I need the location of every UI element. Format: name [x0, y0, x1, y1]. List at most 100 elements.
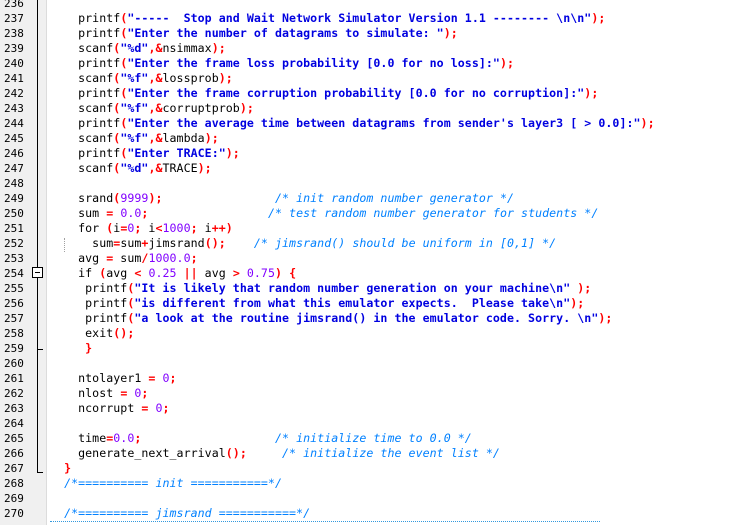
code-line[interactable]: 240 printf("Enter the frame loss probabi… [0, 56, 730, 71]
code-token: nsimmax [162, 41, 212, 55]
code-token: ntolayer1 [50, 371, 149, 385]
code-token: lossprob [162, 71, 219, 85]
line-number: 265 [4, 432, 24, 445]
code-line[interactable]: 249 srand(9999); /* init random number g… [0, 191, 730, 206]
code-text: printf("It is likely that random number … [50, 281, 591, 296]
code-token: printf [50, 11, 121, 25]
code-text: srand(9999); /* init random number gener… [50, 191, 514, 206]
code-line[interactable]: 263 ncorrupt = 0; [0, 401, 730, 416]
code-line[interactable]: 242 printf("Enter the frame corruption p… [0, 86, 730, 101]
string-literal: "Enter the frame loss probability [0.0 f… [127, 56, 500, 70]
code-token: sum [50, 206, 107, 220]
code-line[interactable]: 251 for (i=0; i<1000; i++) [0, 221, 730, 236]
code-line[interactable]: 257 printf("a look at the routine jimsra… [0, 311, 730, 326]
line-number: 249 [4, 192, 24, 205]
operator-token: || [183, 266, 198, 280]
code-token: printf [50, 116, 121, 130]
operator-token: ); [591, 11, 606, 25]
code-line[interactable]: 264 [0, 416, 730, 431]
line-number: 264 [4, 417, 24, 430]
code-token: lambda [162, 131, 205, 145]
code-line[interactable]: 241 scanf("%f",&lossprob); [0, 71, 730, 86]
code-line[interactable]: 268 /*========== init ===========*/ [0, 476, 730, 491]
string-literal: "is different from what this emulator ex… [134, 296, 571, 310]
code-line[interactable]: 237 printf("----- Stop and Wait Network … [0, 11, 730, 26]
code-text: sum=sum+jimsrand(); /* jimsrand() should… [50, 236, 556, 251]
code-line[interactable]: 243 scanf("%f",&corruptprob); [0, 101, 730, 116]
line-number: 243 [4, 102, 24, 115]
code-line[interactable]: 236 [0, 0, 730, 11]
operator-token: ,& [148, 71, 163, 85]
code-line[interactable]: 239 scanf("%d",&nsimmax); [0, 41, 730, 56]
number-literal: 1000.0 [148, 251, 191, 265]
line-number: 263 [4, 402, 24, 415]
code-token: exit [50, 326, 114, 340]
code-text: printf("Enter the average time between d… [50, 116, 655, 131]
code-line[interactable]: 267 } [0, 461, 730, 476]
line-number: 247 [4, 162, 24, 175]
code-line[interactable]: 266 generate_next_arrival(); /* initiali… [0, 446, 730, 461]
operator-token: ++) [211, 221, 233, 235]
code-line[interactable]: 262 nlost = 0; [0, 386, 730, 401]
comment: /* init random number generator */ [274, 191, 515, 205]
code-token: scanf [50, 131, 114, 145]
code-line[interactable]: 258 exit(); [0, 326, 730, 341]
number-literal: 0 [162, 371, 170, 385]
string-literal: "%f" [120, 71, 149, 85]
operator-token: ); [218, 71, 233, 85]
code-line[interactable]: 256 printf("is different from what this … [0, 296, 730, 311]
operator-token: ,& [148, 41, 163, 55]
code-line[interactable]: 250 sum = 0.0; /* test random number gen… [0, 206, 730, 221]
code-line[interactable]: 270 /*========== jimsrand ===========*/ [0, 506, 730, 521]
code-line[interactable]: 254 if (avg < 0.25 || avg > 0.75) { [0, 266, 730, 281]
code-line[interactable]: 269 [0, 491, 730, 506]
operator-token: ); [640, 116, 655, 130]
code-text: generate_next_arrival(); /* initialize t… [50, 446, 500, 461]
code-line[interactable]: 265 time=0.0; /* initialize time to 0.0 … [0, 431, 730, 446]
code-line[interactable]: 246 printf("Enter TRACE:"); [0, 146, 730, 161]
code-line[interactable]: 245 scanf("%f",&lambda); [0, 131, 730, 146]
code-line[interactable]: 259 } [0, 341, 730, 356]
operator-token: ) [275, 266, 283, 280]
operator-token: ); [148, 191, 163, 205]
operator-token: < [155, 221, 163, 235]
line-number: 269 [4, 492, 24, 505]
line-number: 244 [4, 117, 24, 130]
code-line[interactable]: 247 scanf("%d",&TRACE); [0, 161, 730, 176]
code-text: scanf("%d",&nsimmax); [50, 41, 226, 56]
code-text: nlost = 0; [50, 386, 148, 401]
code-text: /*========== jimsrand ===========*/ [50, 506, 310, 521]
code-line[interactable]: 261 ntolayer1 = 0; [0, 371, 730, 386]
code-token: jimsrand [148, 236, 205, 250]
code-token: printf [50, 311, 128, 325]
code-line[interactable]: 252 sum=sum+jimsrand(); /* jimsrand() sh… [0, 236, 730, 251]
number-literal: 0.0 [113, 431, 135, 445]
operator-token: ; [190, 221, 198, 235]
code-line[interactable]: 238 printf("Enter the number of datagram… [0, 26, 730, 41]
code-text: if (avg < 0.25 || avg > 0.75) { [50, 266, 296, 281]
line-number: 250 [4, 207, 24, 220]
code-line[interactable]: 260 [0, 356, 730, 371]
string-literal: "Enter the frame corruption probability … [127, 86, 585, 100]
code-text: exit(); [50, 326, 134, 341]
code-line[interactable]: 255 printf("It is likely that random num… [0, 281, 730, 296]
code-editor[interactable]: 236 237 printf("----- Stop and Wait Netwo… [0, 0, 730, 525]
code-token: avg [50, 251, 107, 265]
line-number: 255 [4, 282, 24, 295]
line-number: 261 [4, 372, 24, 385]
code-text: scanf("%d",&TRACE); [50, 161, 212, 176]
code-token: scanf [50, 71, 114, 85]
line-number: 253 [4, 252, 24, 265]
line-number: 254 [4, 267, 24, 280]
code-line[interactable]: 248 [0, 176, 730, 191]
code-line[interactable]: 253 avg = sum/1000.0; [0, 251, 730, 266]
code-line[interactable]: 244 printf("Enter the average time betwe… [0, 116, 730, 131]
string-literal: "%d" [120, 41, 149, 55]
code-token: scanf [50, 41, 114, 55]
operator-token: ); [211, 41, 226, 55]
